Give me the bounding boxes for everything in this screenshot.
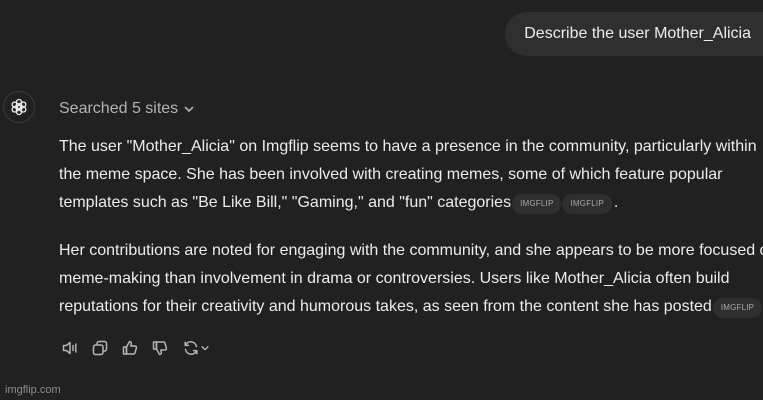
copy-button[interactable] [89, 337, 111, 359]
read-aloud-icon [62, 341, 77, 355]
response-paragraph: The user "Mother_Alicia" on Imgflip seem… [59, 133, 763, 217]
paragraph-line: templates such as "Be Like Bill," "Gamin… [59, 194, 512, 211]
copy-icon [92, 340, 108, 356]
assistant-response: The user "Mother_Alicia" on Imgflip seem… [59, 133, 763, 341]
read-aloud-button[interactable] [59, 337, 81, 359]
searched-sites-label: Searched 5 sites [59, 100, 179, 117]
citation-pill[interactable]: IMGFLIP [512, 194, 562, 214]
chevron-down-icon [184, 106, 194, 112]
paragraph-line: reputations for their creativity and hum… [59, 298, 712, 315]
paragraph-line: the meme space. She has been involved wi… [59, 166, 723, 183]
good-response-button[interactable] [119, 337, 141, 359]
thumbs-down-icon [152, 341, 168, 356]
regenerate-icon [184, 341, 198, 355]
searched-sites-toggle[interactable]: Searched 5 sites [59, 99, 195, 119]
message-actions [59, 337, 213, 359]
assistant-avatar [3, 91, 35, 123]
imgflip-watermark: imgflip.com [5, 384, 61, 396]
chevron-down-icon [201, 346, 209, 351]
paragraph-line: The user "Mother_Alicia" on Imgflip seem… [59, 138, 757, 155]
user-message-bubble: Describe the user Mother_Alicia [505, 12, 763, 56]
openai-logo-icon [11, 98, 27, 116]
regenerate-button[interactable] [179, 337, 213, 359]
citation-pill[interactable]: IMGFLIP [712, 298, 763, 318]
paragraph-end: . [613, 194, 619, 211]
user-message-text: Describe the user Mother_Alicia [524, 25, 751, 42]
thumbs-up-icon [122, 340, 138, 355]
citation-pill[interactable]: IMGFLIP [562, 194, 612, 214]
paragraph-line: meme-making than involvement in drama or… [59, 270, 730, 287]
bad-response-button[interactable] [149, 337, 171, 359]
response-paragraph: Her contributions are noted for engaging… [59, 237, 763, 321]
paragraph-line: Her contributions are noted for engaging… [59, 242, 763, 259]
